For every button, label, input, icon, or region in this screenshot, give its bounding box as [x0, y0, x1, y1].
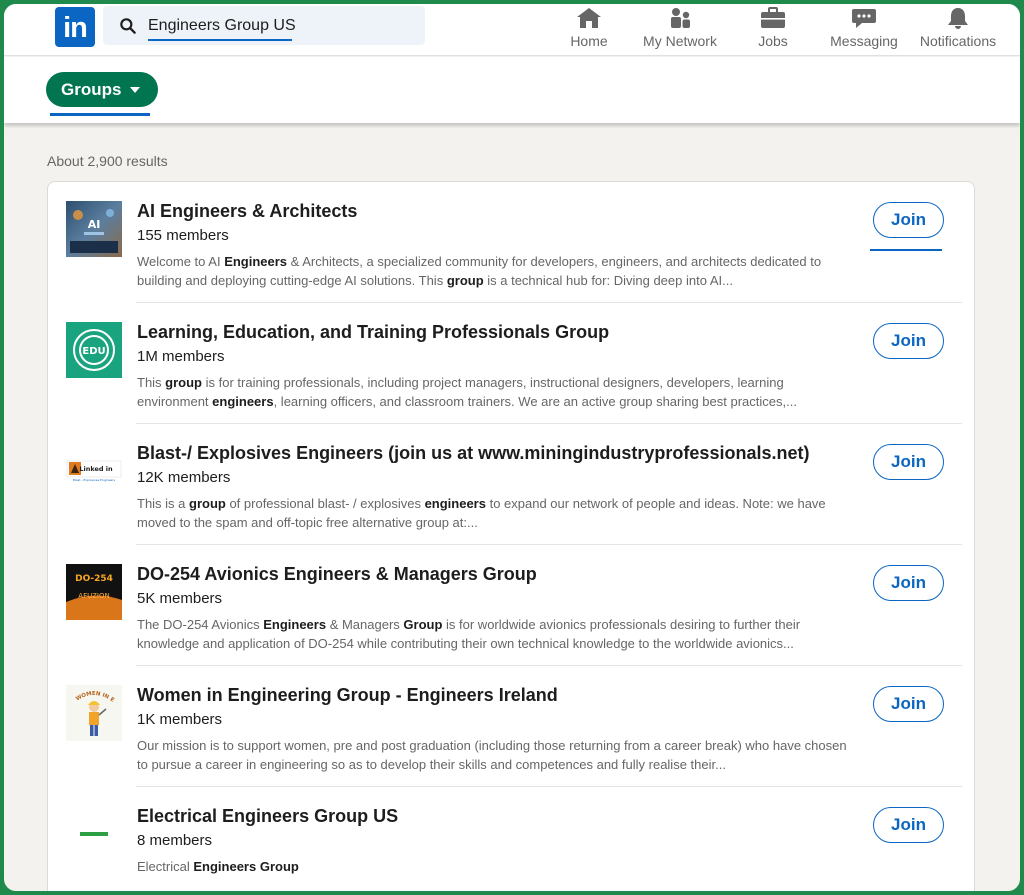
- chat-icon: [852, 9, 876, 28]
- group-title-link[interactable]: Learning, Education, and Training Profes…: [137, 322, 609, 343]
- search-bar[interactable]: Engineers Group US: [103, 6, 425, 45]
- top-nav: in Engineers Group US Home My Network Jo…: [4, 4, 1020, 56]
- group-title-link[interactable]: DO-254 Avionics Engineers & Managers Gro…: [137, 564, 537, 585]
- join-button[interactable]: Join: [873, 323, 944, 359]
- list-item[interactable]: Electrical Engineers Group US 8 members …: [48, 787, 976, 891]
- briefcase-icon: [761, 7, 785, 28]
- nav-jobs[interactable]: Jobs: [748, 4, 798, 56]
- group-thumbnail[interactable]: Linked in Blast - Explosives Engineers: [66, 443, 122, 499]
- nav-my-network[interactable]: My Network: [640, 4, 720, 56]
- search-input[interactable]: Engineers Group US: [148, 17, 296, 35]
- list-item[interactable]: Linked in Blast - Explosives Engineers B…: [48, 424, 976, 545]
- nav-home[interactable]: Home: [560, 4, 618, 56]
- filter-bar: Groups: [4, 57, 1020, 123]
- group-description: This is a group of professional blast- /…: [137, 496, 826, 530]
- svg-text:EDU: EDU: [82, 346, 105, 357]
- group-description: The DO-254 Avionics Engineers & Managers…: [137, 617, 801, 651]
- join-focus-underline: [870, 249, 942, 251]
- electrical-thumb-icon: [66, 806, 122, 862]
- group-title-link[interactable]: Women in Engineering Group - Engineers I…: [137, 685, 558, 706]
- list-item[interactable]: WOMEN IN ENG Women in Engineering Group …: [48, 666, 976, 787]
- member-count: 1M members: [137, 348, 225, 365]
- list-item[interactable]: EDU Learning, Education, and Training Pr…: [48, 303, 976, 424]
- member-count: 8 members: [137, 832, 213, 849]
- svg-text:AI: AI: [88, 218, 101, 231]
- member-count: 155 members: [137, 227, 229, 244]
- group-thumbnail[interactable]: DO-254 AFUZION: [66, 564, 122, 620]
- nav-jobs-label: Jobs: [758, 33, 788, 49]
- svg-text:Blast - Explosives Engineers: Blast - Explosives Engineers: [73, 478, 116, 482]
- caret-down-icon: [130, 87, 140, 93]
- nav-messaging[interactable]: Messaging: [828, 4, 900, 56]
- wie-thumb-icon: WOMEN IN ENG: [66, 685, 122, 741]
- svg-text:Linked in: Linked in: [79, 465, 113, 473]
- member-count: 5K members: [137, 590, 223, 607]
- join-button[interactable]: Join: [873, 565, 944, 601]
- nav-notifications-label: Notifications: [919, 33, 997, 49]
- groups-filter-button[interactable]: Groups: [46, 72, 158, 107]
- results-count: About 2,900 results: [47, 153, 168, 169]
- group-thumbnail[interactable]: WOMEN IN ENG: [66, 685, 122, 741]
- group-description: Welcome to AI Engineers & Architects, a …: [137, 254, 822, 288]
- svg-text:AFUZION: AFUZION: [78, 592, 109, 600]
- join-button[interactable]: Join: [873, 807, 944, 843]
- groups-filter-label: Groups: [61, 80, 122, 99]
- edu-thumb-icon: EDU: [66, 322, 122, 378]
- group-thumbnail[interactable]: [66, 806, 122, 862]
- network-icon: [671, 8, 690, 28]
- search-icon: [120, 18, 136, 34]
- nav-home-label: Home: [570, 33, 608, 49]
- nav-messaging-label: Messaging: [830, 33, 898, 49]
- nav-my-network-label: My Network: [643, 33, 717, 49]
- group-description: Electrical Engineers Group: [137, 859, 299, 874]
- group-description: Our mission is to support women, pre and…: [137, 738, 847, 772]
- home-icon: [577, 8, 601, 28]
- group-description: This group is for training professionals…: [137, 375, 797, 409]
- search-text-underline: [148, 39, 292, 41]
- do254-thumb-icon: DO-254 AFUZION: [66, 564, 122, 620]
- join-button[interactable]: Join: [873, 444, 944, 480]
- group-thumbnail[interactable]: EDU: [66, 322, 122, 378]
- group-title-link[interactable]: Electrical Engineers Group US: [137, 806, 398, 827]
- nav-notifications[interactable]: Notifications: [914, 4, 1002, 56]
- group-title-link[interactable]: AI Engineers & Architects: [137, 201, 357, 222]
- join-button[interactable]: Join: [873, 202, 944, 238]
- member-count: 12K members: [137, 469, 231, 486]
- groups-filter-underline: [50, 113, 150, 116]
- list-item[interactable]: AI AI Engineers & Architects 155 members…: [48, 182, 976, 303]
- group-thumbnail[interactable]: AI: [66, 201, 122, 257]
- group-title-link[interactable]: Blast-/ Explosives Engineers (join us at…: [137, 443, 809, 464]
- ai-thumb-icon: AI: [66, 201, 122, 257]
- linkedin-logo[interactable]: in: [55, 7, 95, 47]
- join-button[interactable]: Join: [873, 686, 944, 722]
- bell-icon: [948, 8, 968, 29]
- app-frame: in Engineers Group US Home My Network Jo…: [2, 2, 1022, 893]
- list-item[interactable]: DO-254 AFUZION DO-254 Avionics Engineers…: [48, 545, 976, 666]
- member-count: 1K members: [137, 711, 223, 728]
- blast-thumb-icon: Linked in Blast - Explosives Engineers: [66, 443, 122, 499]
- results-list: AI AI Engineers & Architects 155 members…: [47, 181, 976, 891]
- svg-text:DO-254: DO-254: [75, 574, 113, 584]
